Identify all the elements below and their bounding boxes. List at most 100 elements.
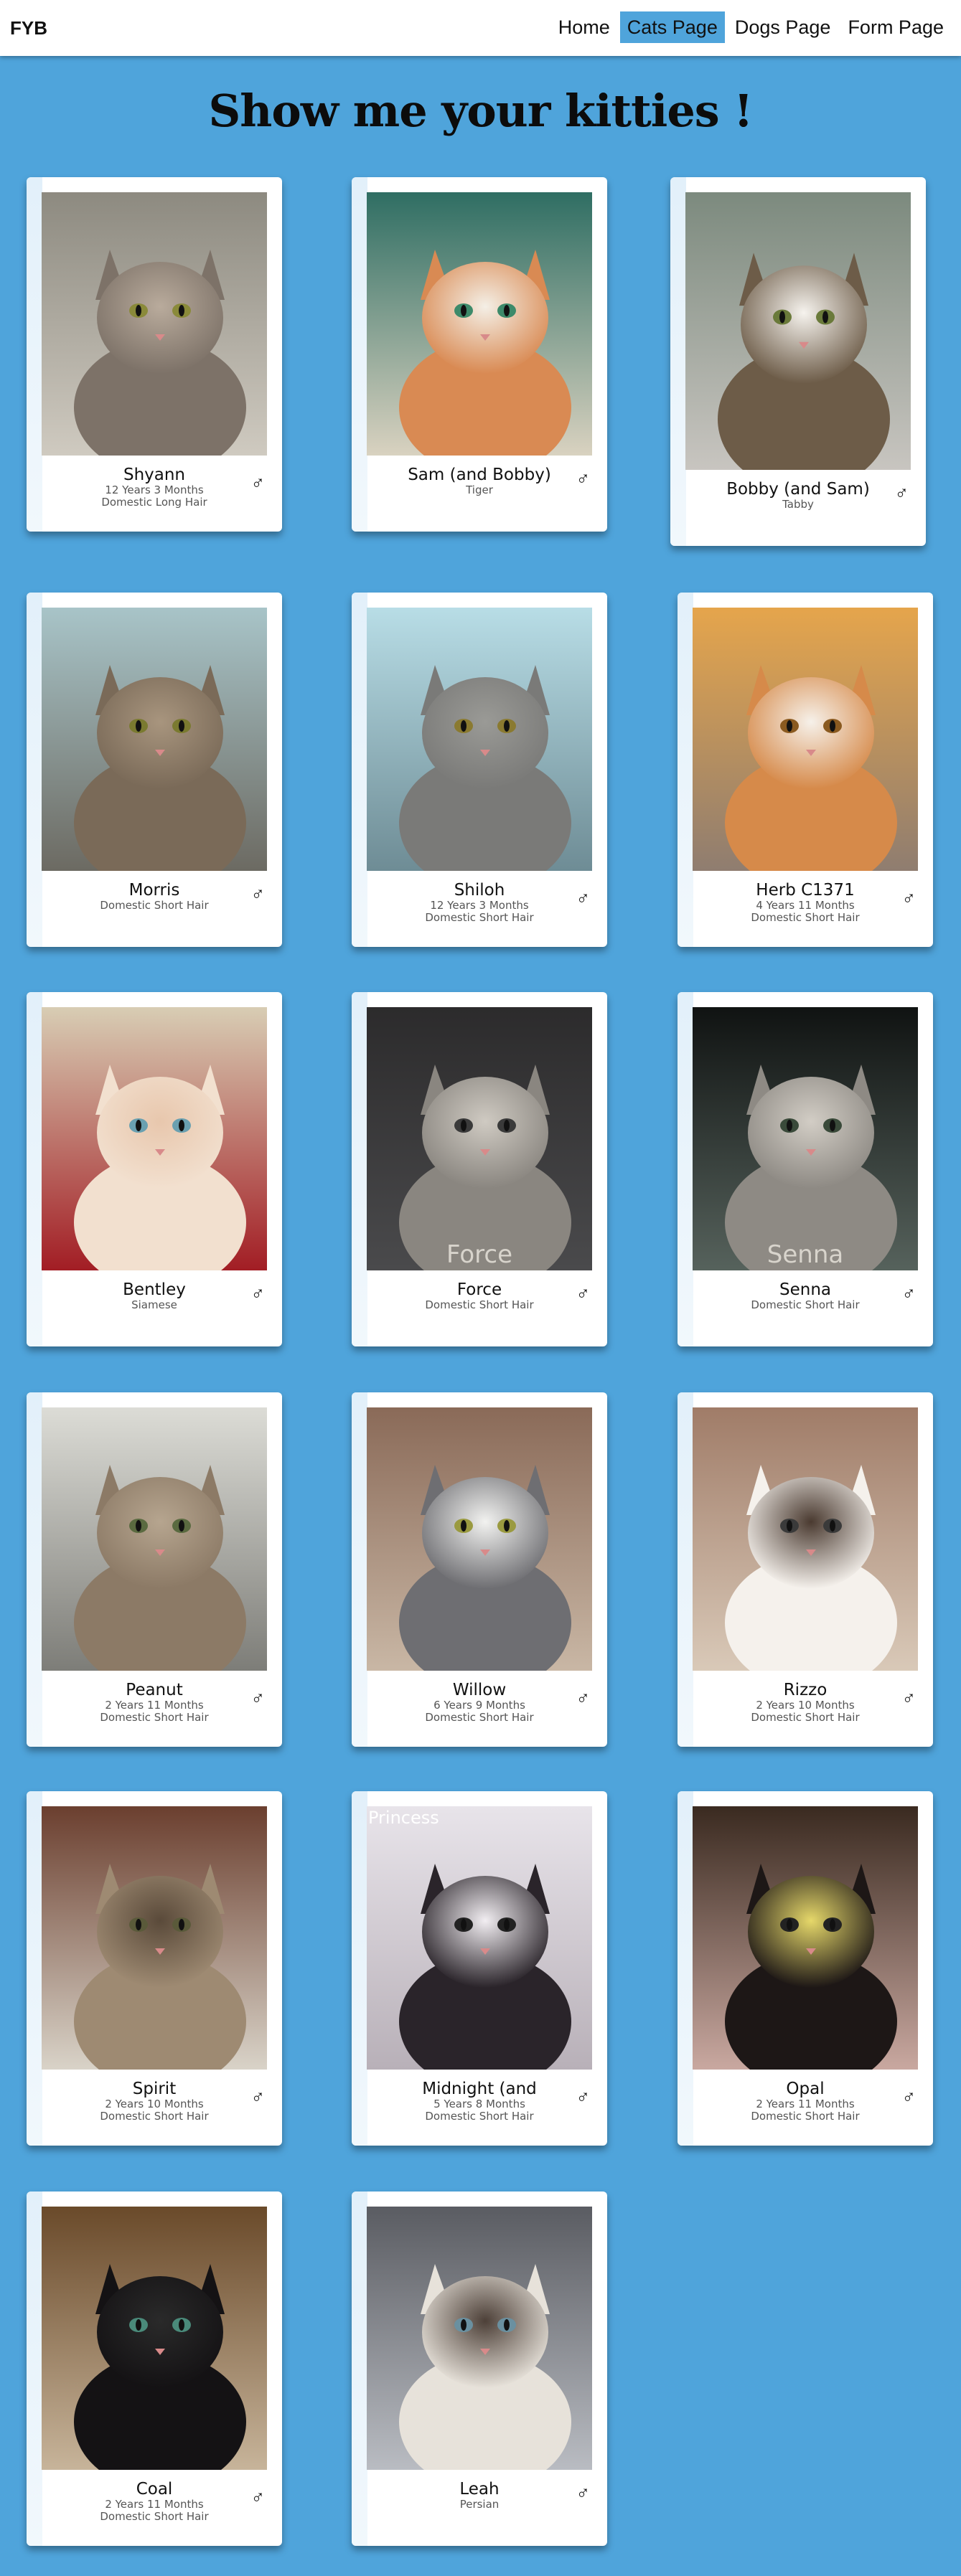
- cat-photo: [367, 2207, 592, 2470]
- cat-breed: Domestic Short Hair: [751, 1711, 860, 1724]
- cat-card[interactable]: Opal 2 Years 11 Months Domestic Short Hair…: [678, 1791, 933, 2146]
- cat-breed: Domestic Short Hair: [100, 899, 209, 912]
- male-gender-icon: ♂: [250, 2085, 266, 2107]
- cat-breed: Domestic Short Hair: [751, 2110, 860, 2123]
- cat-name: Herb C1371: [756, 881, 855, 900]
- cat-card[interactable]: Shiloh 12 Years 3 Months Domestic Short Ha…: [352, 593, 607, 947]
- male-gender-icon: ♂: [901, 2085, 917, 2107]
- male-gender-icon: ♂: [576, 467, 591, 489]
- cat-name: Willow: [452, 1681, 507, 1699]
- cat-photo: Princess: [367, 1806, 592, 2070]
- cat-card[interactable]: Willow 6 Years 9 Months Domestic Short Hai…: [352, 1392, 607, 1747]
- navbar: FYB Home Cats Page Dogs Page Form Page: [0, 0, 961, 56]
- male-gender-icon: ♂: [894, 481, 909, 503]
- male-gender-icon: ♂: [901, 1686, 917, 1708]
- cat-breed: Domestic Short Hair: [425, 911, 534, 924]
- cat-caption: Morris Domestic Short Hair: [48, 881, 261, 912]
- cat-caption: Force Domestic Short Hair: [373, 1280, 586, 1311]
- cat-card[interactable]: Spirit 2 Years 10 Months Domestic Short Ha…: [27, 1791, 282, 2146]
- cat-photo: Senna: [693, 1007, 918, 1270]
- brand-logo[interactable]: FYB: [10, 17, 47, 39]
- cat-name: Leah: [459, 2480, 500, 2499]
- nav-link-dogs[interactable]: Dogs Page: [728, 11, 838, 43]
- cat-card[interactable]: Sam (and Bobby) Tiger ♂: [352, 177, 607, 532]
- cat-card[interactable]: Leah Persian ♂: [352, 2192, 607, 2546]
- cat-name: Senna: [779, 1280, 831, 1299]
- cat-breed: Domestic Short Hair: [425, 2110, 534, 2123]
- cat-card[interactable]: Morris Domestic Short Hair ♂: [27, 593, 282, 947]
- cat-name: Bentley: [123, 1280, 186, 1299]
- cat-name: Opal: [786, 2080, 825, 2098]
- male-gender-icon: ♂: [250, 471, 266, 493]
- cat-age: 2 Years 10 Months: [105, 2098, 204, 2110]
- male-gender-icon: ♂: [250, 2486, 266, 2507]
- cat-card[interactable]: Princess Midnight (and 5 Years 8 Months Dom…: [352, 1791, 607, 2146]
- cat-caption: Leah Persian: [373, 2480, 586, 2511]
- cat-caption: Willow 6 Years 9 Months Domestic Short Hai…: [373, 1681, 586, 1724]
- cat-caption: Peanut 2 Years 11 Months Domestic Short Ha…: [48, 1681, 261, 1724]
- cat-breed: Domestic Short Hair: [425, 1711, 534, 1724]
- cat-name: Bobby (and Sam): [726, 480, 870, 499]
- cat-age: 4 Years 11 Months: [756, 899, 855, 912]
- cat-name: Midnight (and: [422, 2080, 537, 2098]
- cat-photo: [693, 1407, 918, 1671]
- cat-card[interactable]: Bentley Siamese ♂: [27, 992, 282, 1346]
- cat-photo: [42, 1407, 267, 1671]
- nav-link-cats[interactable]: Cats Page: [619, 11, 725, 43]
- cat-name: Force: [456, 1280, 502, 1299]
- nav-link-home[interactable]: Home: [551, 11, 617, 43]
- cat-breed: Domestic Short Hair: [100, 2510, 209, 2523]
- cat-breed: Domestic Short Hair: [751, 1298, 860, 1311]
- male-gender-icon: ♂: [576, 2085, 591, 2107]
- cat-card[interactable]: Bobby (and Sam) Tabby ♂: [670, 177, 926, 546]
- cat-card[interactable]: Rizzo 2 Years 10 Months Domestic Short Hai…: [678, 1392, 933, 1747]
- cat-photo: [367, 1407, 592, 1671]
- cat-breed: Domestic Long Hair: [101, 496, 207, 509]
- cat-caption: Senna Domestic Short Hair: [699, 1280, 911, 1311]
- cat-card[interactable]: Coal 2 Years 11 Months Domestic Short Hair…: [27, 2192, 282, 2546]
- cat-breed: Domestic Short Hair: [100, 1711, 209, 1724]
- cat-caption: Rizzo 2 Years 10 Months Domestic Short Hai…: [699, 1681, 911, 1724]
- male-gender-icon: ♂: [250, 1686, 266, 1708]
- cat-name: Sam (and Bobby): [408, 466, 551, 484]
- male-gender-icon: ♂: [576, 887, 591, 908]
- cat-name: Morris: [128, 881, 180, 900]
- page-title: Show me your kitties !: [208, 85, 754, 137]
- cat-name: Peanut: [126, 1681, 183, 1699]
- cat-age: 2 Years 11 Months: [105, 1699, 204, 1712]
- cat-age: 12 Years 3 Months: [430, 899, 529, 912]
- cat-name: Spirit: [132, 2080, 177, 2098]
- male-gender-icon: ♂: [576, 1282, 591, 1303]
- cat-caption: Bentley Siamese: [48, 1280, 261, 1311]
- cat-age: 12 Years 3 Months: [105, 483, 204, 496]
- cat-breed: Tiger: [466, 483, 493, 496]
- male-gender-icon: ♂: [250, 882, 266, 904]
- nav-links: Home Cats Page Dogs Page Form Page: [548, 11, 951, 43]
- cat-breed: Tabby: [782, 498, 814, 511]
- cat-card[interactable]: Peanut 2 Years 11 Months Domestic Short Ha…: [27, 1392, 282, 1747]
- cat-card[interactable]: Force Force Domestic Short Hair ♂: [352, 992, 607, 1346]
- male-gender-icon: ♂: [576, 2481, 591, 2503]
- male-gender-icon: ♂: [901, 1282, 917, 1303]
- cat-photo: [693, 608, 918, 871]
- cat-age: 2 Years 11 Months: [105, 2498, 204, 2511]
- cat-breed: Siamese: [131, 1298, 177, 1311]
- cat-name: Coal: [136, 2480, 173, 2499]
- cat-photo: [693, 1806, 918, 2070]
- cat-caption: Herb C1371 4 Years 11 Months Domestic Shor…: [699, 881, 911, 924]
- cat-photo: [367, 192, 592, 456]
- photo-caption: Force: [446, 1240, 512, 1269]
- cat-age: 6 Years 9 Months: [433, 1699, 525, 1712]
- nav-link-form[interactable]: Form Page: [840, 11, 951, 43]
- photo-caption: Senna: [767, 1240, 844, 1269]
- cat-age: 5 Years 8 Months: [433, 2098, 525, 2110]
- male-gender-icon: ♂: [576, 1686, 591, 1708]
- cat-card[interactable]: Herb C1371 4 Years 11 Months Domestic Shor…: [678, 593, 933, 947]
- cat-name: Shiloh: [454, 881, 505, 900]
- cat-breed: Persian: [459, 2498, 500, 2511]
- cat-age: 2 Years 11 Months: [756, 2098, 855, 2110]
- cat-card[interactable]: Senna Senna Domestic Short Hair ♂: [678, 992, 933, 1346]
- cat-card[interactable]: Shyann 12 Years 3 Months Domestic Long Hai…: [27, 177, 282, 532]
- cat-breed: Domestic Short Hair: [100, 2110, 209, 2123]
- cat-caption: Bobby (and Sam) Tabby: [692, 480, 904, 511]
